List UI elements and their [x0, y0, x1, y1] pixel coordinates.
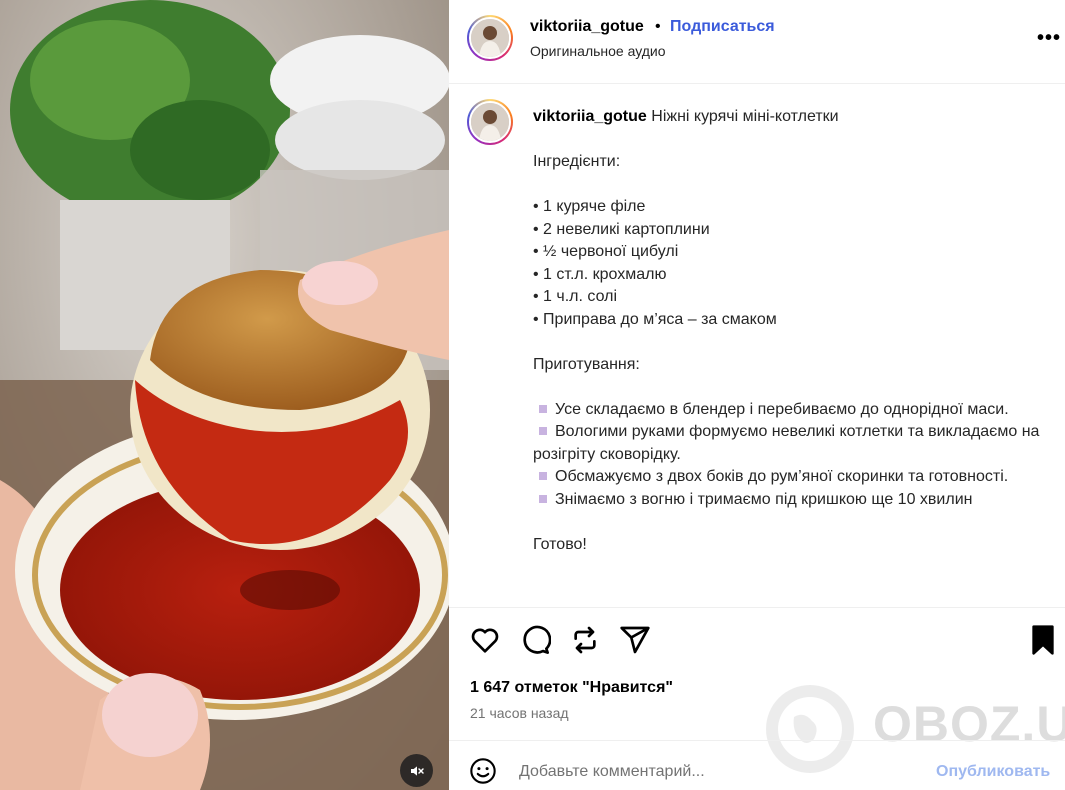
post-panel: viktoriia_gotue • Подписаться Оригинальн… [449, 0, 1065, 790]
mute-button[interactable] [400, 754, 433, 787]
follow-button[interactable]: Подписаться [670, 18, 775, 36]
ingredient-item: • 1 куряче філе [533, 198, 646, 215]
bookmark-icon[interactable] [1027, 624, 1059, 656]
caption-section: viktoriia_gotue Ніжні курячі міні-котлет… [449, 84, 1065, 608]
ingredient-item: • 2 невеликі картоплини [533, 220, 710, 238]
audio-label[interactable]: Оригинальное аудио [530, 43, 666, 59]
avatar-image [471, 103, 509, 141]
publish-button[interactable]: Опубликовать [936, 763, 1050, 781]
ingredients-heading: Інгредієнти: [533, 153, 621, 170]
step-item: Усе складаємо в блендер і перебиваємо до… [555, 400, 1009, 418]
step-bullet-icon [539, 494, 547, 503]
ingredient-item: • 1 ст.л. крохмалю [533, 265, 667, 283]
caption-title: Ніжні курячі міні-котлетки [651, 108, 839, 125]
ingredient-item: • Приправа до м’яса – за смаком [533, 310, 777, 328]
avatar[interactable] [467, 15, 513, 61]
food-photo [0, 0, 449, 790]
step-bullet-icon [539, 427, 547, 436]
caption-avatar[interactable] [467, 99, 513, 145]
comment-input[interactable] [519, 758, 919, 786]
heart-icon[interactable] [469, 624, 501, 656]
header-username[interactable]: viktoriia_gotue [530, 18, 644, 36]
step-bullet-icon [539, 404, 547, 413]
comment-icon[interactable] [519, 624, 551, 656]
send-icon[interactable] [619, 624, 651, 656]
likes-count[interactable]: 1 647 отметок "Нравится" [470, 679, 673, 697]
emoji-icon[interactable] [469, 757, 497, 785]
step-bullet-icon [539, 472, 547, 481]
caption-text: viktoriia_gotue Ніжні курячі міні-котлет… [533, 106, 1053, 556]
post-media[interactable] [0, 0, 449, 790]
more-options-button[interactable]: ••• [1037, 28, 1061, 48]
post-timestamp[interactable]: 21 часов назад [470, 705, 569, 721]
step-item: Знімаємо з вогню і тримаємо під кришкою … [555, 490, 973, 508]
step-item: Обсмажуємо з двох боків до рум’яної скор… [555, 468, 1009, 485]
closing-text: Готово! [533, 535, 587, 553]
step-item: Вологими руками формуємо невеликі котлет… [533, 423, 1044, 463]
avatar-image [471, 19, 509, 57]
separator-dot: • [655, 18, 661, 35]
repost-icon[interactable] [569, 624, 601, 656]
post-header: viktoriia_gotue • Подписаться Оригинальн… [449, 0, 1065, 84]
comment-bar: Опубликовать [449, 740, 1065, 790]
caption-username[interactable]: viktoriia_gotue [533, 108, 647, 125]
steps-heading: Приготування: [533, 355, 640, 373]
action-bar [449, 620, 1065, 664]
speaker-muted-icon [410, 765, 424, 776]
ingredient-item: • 1 ч.л. солі [533, 288, 618, 305]
ingredient-item: • ½ червоної цибулі [533, 243, 679, 260]
